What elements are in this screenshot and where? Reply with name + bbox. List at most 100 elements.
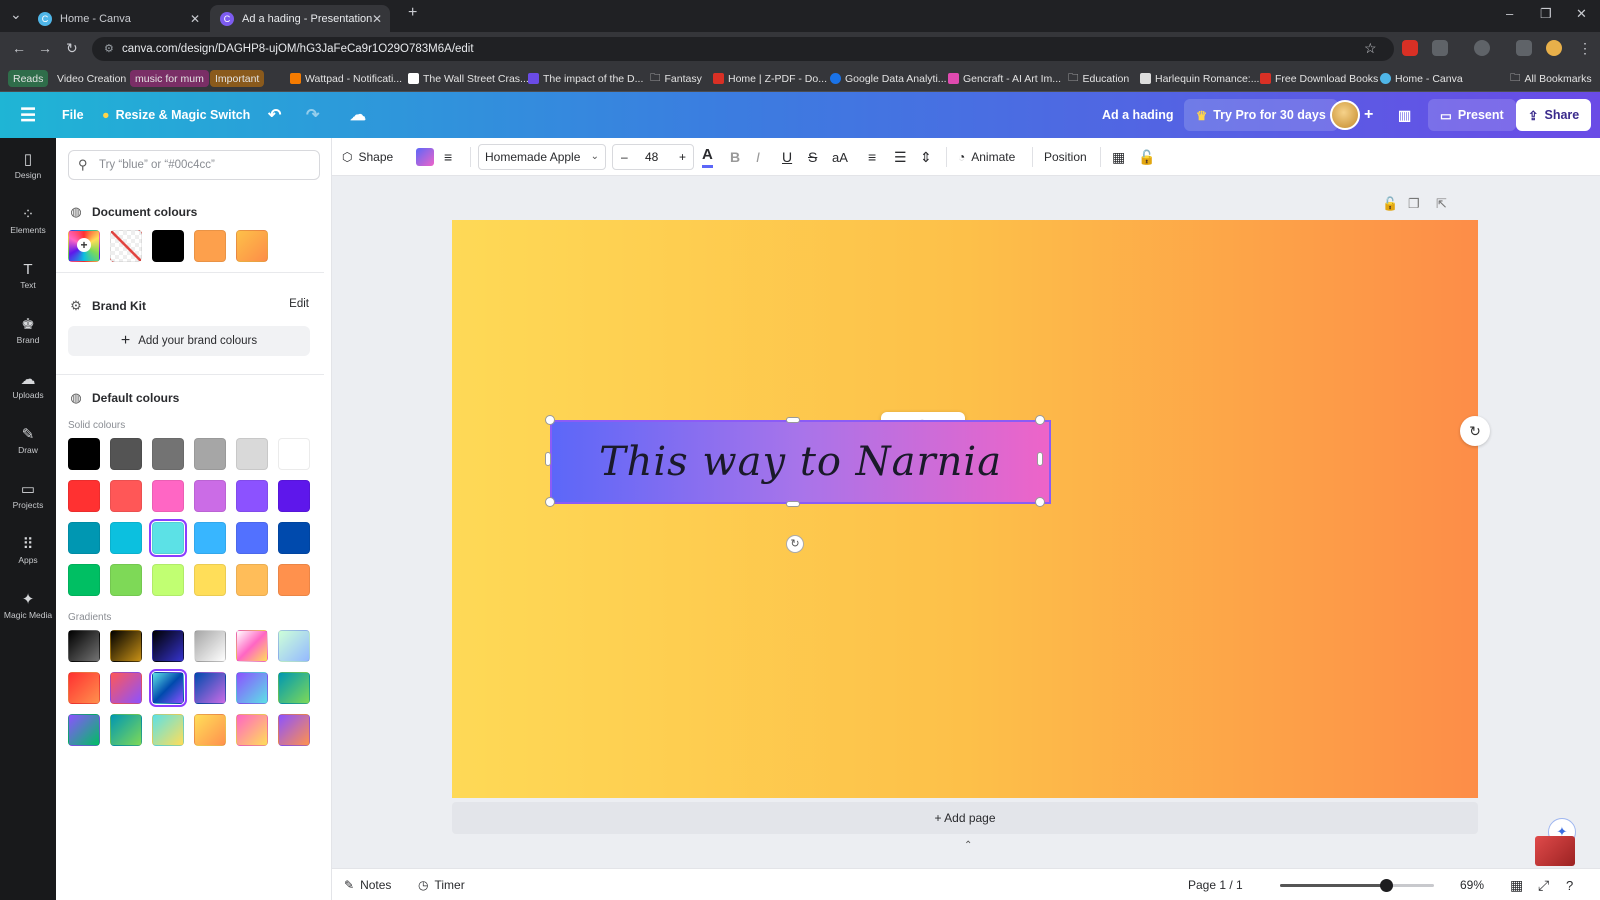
solid-colour-swatch[interactable]	[152, 564, 184, 596]
zoom-slider[interactable]	[1280, 879, 1434, 892]
lock-icon[interactable]: 🔓	[1138, 138, 1155, 176]
gradient-swatch[interactable]	[194, 672, 226, 704]
animate-button[interactable]: ◔ Animate	[958, 138, 1015, 176]
solid-colour-swatch[interactable]	[236, 480, 268, 512]
gradient-swatch[interactable]	[110, 714, 142, 746]
font-size-stepper[interactable]: – 48 +	[612, 144, 694, 170]
rail-item-elements[interactable]: ⁘ Elements	[0, 201, 56, 249]
reload-icon[interactable]: ↻	[66, 40, 78, 57]
increase-size-icon[interactable]: +	[679, 145, 686, 169]
border-style-icon[interactable]: ≡	[444, 138, 452, 176]
add-page-button[interactable]: + Add page	[452, 802, 1478, 834]
gradient-swatch[interactable]	[236, 672, 268, 704]
design-title[interactable]: Ad a hading	[1102, 92, 1174, 138]
insights-icon[interactable]: ▥	[1398, 92, 1411, 138]
bookmark-education[interactable]: 🗀 Education	[1068, 70, 1129, 87]
solid-colour-swatch[interactable]	[278, 522, 310, 554]
gradient-swatch[interactable]	[278, 672, 310, 704]
page-lock-icon[interactable]: 🔓	[1382, 196, 1398, 212]
solid-colour-swatch[interactable]	[152, 438, 184, 470]
colour-swatch[interactable]	[152, 230, 184, 262]
bookmark-video-creation[interactable]: Video Creation	[52, 70, 131, 87]
fill-colour-button[interactable]	[416, 138, 434, 176]
gradient-swatch[interactable]	[236, 714, 268, 746]
restore-icon[interactable]: ❐	[1540, 6, 1552, 22]
add-brand-colours-button[interactable]: + Add your brand colours	[68, 326, 310, 356]
tab-search-icon[interactable]: ⌄	[10, 6, 22, 23]
gradient-swatch[interactable]	[110, 630, 142, 662]
gradient-swatch[interactable]	[152, 714, 184, 746]
minimize-icon[interactable]: –	[1506, 6, 1513, 21]
solid-colour-swatch[interactable]	[278, 438, 310, 470]
underline-icon[interactable]: U	[782, 138, 792, 176]
hamburger-menu-icon[interactable]: ☰	[20, 92, 36, 138]
font-size-value[interactable]: 48	[645, 145, 658, 169]
bold-icon[interactable]: B	[730, 138, 740, 176]
site-info-icon[interactable]: ⚙	[104, 37, 114, 61]
bookmark-star-icon[interactable]: ☆	[1364, 40, 1377, 57]
letter-case-icon[interactable]: aA	[832, 138, 848, 176]
shape-button[interactable]: ⬡ Shape	[342, 138, 393, 176]
italic-icon[interactable]: I	[756, 138, 760, 176]
resize-handle-top-left[interactable]	[545, 415, 555, 425]
text-content[interactable]: This way to Narnia	[599, 439, 1002, 485]
rail-item-brand[interactable]: ♚ Brand	[0, 311, 56, 359]
bookmark-fantasy[interactable]: 🗀 Fantasy	[650, 70, 702, 87]
rail-item-magic-media[interactable]: ✦ Magic Media	[0, 586, 56, 634]
solid-colour-swatch[interactable]	[194, 522, 226, 554]
position-button[interactable]: Position	[1044, 138, 1087, 176]
resize-handle-bottom-left[interactable]	[545, 497, 555, 507]
strikethrough-icon[interactable]: S	[808, 138, 817, 176]
fullscreen-icon[interactable]: ⤢	[1538, 869, 1549, 900]
extensions-icon[interactable]	[1432, 40, 1448, 56]
solid-colour-swatch[interactable]	[152, 480, 184, 512]
bookmark-reads[interactable]: Reads	[8, 70, 49, 87]
media-icon[interactable]	[1516, 40, 1532, 56]
bookmark-important[interactable]: Important	[210, 70, 265, 87]
rotate-handle-icon[interactable]: ↻	[786, 535, 804, 553]
zoom-level[interactable]: 69%	[1460, 869, 1484, 900]
timer-button[interactable]: ◷ Timer	[418, 869, 465, 900]
url-field[interactable]: ⚙ canva.com/design/DAGHP8-ujOM/hG3JaFeCa…	[92, 37, 1394, 61]
try-pro-button[interactable]: ♛ Try Pro for 30 days	[1184, 99, 1338, 131]
resize-handle-bottom-right[interactable]	[1035, 497, 1045, 507]
decrease-size-icon[interactable]: –	[621, 145, 628, 169]
transparency-icon[interactable]: ▦	[1112, 138, 1125, 176]
resize-magic-switch-button[interactable]: ● Resize & Magic Switch	[102, 92, 250, 138]
rail-item-apps[interactable]: ⠿ Apps	[0, 531, 56, 579]
bookmark-wsj[interactable]: The Wall Street Cras...	[408, 70, 529, 87]
gradient-swatch[interactable]	[278, 630, 310, 662]
resize-handle-left[interactable]	[545, 452, 551, 466]
gradient-swatch[interactable]	[110, 672, 142, 704]
solid-colour-swatch[interactable]	[110, 522, 142, 554]
solid-colour-swatch[interactable]	[236, 438, 268, 470]
colour-search-input[interactable]: ⚲ Try “blue” or “#00c4cc”	[68, 150, 320, 180]
gradient-swatch[interactable]	[68, 630, 100, 662]
solid-colour-swatch[interactable]	[194, 480, 226, 512]
file-menu[interactable]: File	[62, 92, 84, 138]
solid-colour-swatch[interactable]	[68, 438, 100, 470]
cloud-save-icon[interactable]: ☁	[350, 92, 366, 138]
refresh-icon[interactable]: ↻	[1460, 416, 1490, 446]
user-avatar[interactable]	[1330, 100, 1360, 130]
solid-colour-swatch[interactable]	[68, 480, 100, 512]
new-tab-icon[interactable]: +	[408, 4, 417, 22]
solid-colour-swatch[interactable]	[68, 564, 100, 596]
list-icon[interactable]: ☰	[894, 138, 907, 176]
add-page-icon[interactable]: ⇱	[1436, 196, 1447, 212]
gradient-swatch[interactable]	[68, 714, 100, 746]
close-window-icon[interactable]: ✕	[1576, 6, 1587, 22]
colour-swatch[interactable]	[236, 230, 268, 262]
redo-icon[interactable]: ↷	[306, 92, 319, 138]
bookmark-music-for-mum[interactable]: music for mum	[130, 70, 209, 87]
notes-button[interactable]: ✎ Notes	[344, 869, 391, 900]
resize-handle-top[interactable]	[786, 417, 800, 423]
gradient-swatch[interactable]	[68, 672, 100, 704]
gradient-swatch[interactable]	[194, 714, 226, 746]
present-button[interactable]: ▭ Present	[1428, 99, 1516, 131]
browser-menu-icon[interactable]: ⋮	[1578, 40, 1592, 57]
tab-home-canva[interactable]: C Home - Canva ✕	[28, 5, 208, 32]
bookmark-free-download-books[interactable]: Free Download Books	[1260, 70, 1378, 87]
solid-colour-swatch[interactable]	[68, 522, 100, 554]
bookmark-wattpad[interactable]: Wattpad - Notificati...	[290, 70, 402, 87]
